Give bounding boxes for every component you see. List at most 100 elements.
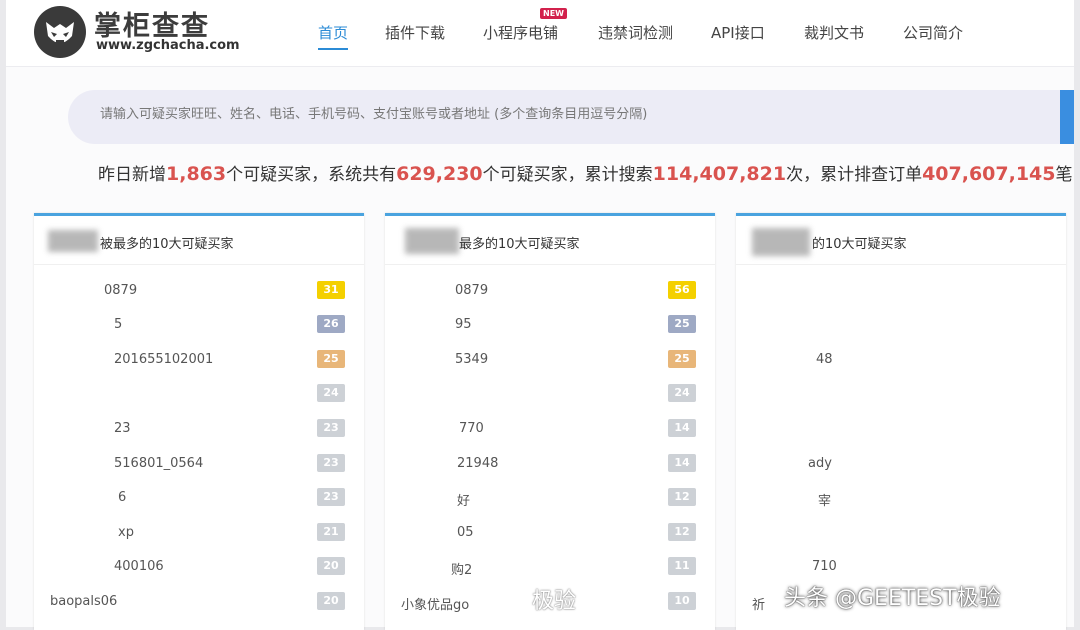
toutiao-watermark: 头条 @GEETEST极验 xyxy=(784,586,1001,611)
search-button[interactable] xyxy=(1060,90,1074,144)
redaction-mask xyxy=(48,230,98,252)
nav-item-mini-program-shop[interactable]: 小程序电铺 NEW xyxy=(483,8,567,43)
table-row[interactable]: 770 14 xyxy=(385,412,715,446)
brand-url[interactable]: www.zgchacha.com xyxy=(96,38,240,53)
nav-item-home[interactable]: 首页 xyxy=(318,22,349,50)
count-badge: 56 xyxy=(668,281,696,299)
buyer-name: 5 xyxy=(114,317,123,332)
table-row[interactable]: baopals06 20 xyxy=(34,585,364,619)
table-row[interactable] xyxy=(736,412,1066,446)
table-row[interactable]: 6 23 xyxy=(34,481,364,515)
table-row[interactable]: 0879 56 xyxy=(385,274,715,308)
site-header: 掌柜查查 www.zgchacha.com 首页 插件下载 小程序电铺 NEW … xyxy=(6,0,1074,67)
buyer-name: 05 xyxy=(457,525,474,540)
table-row[interactable]: 购2 11 xyxy=(385,550,715,584)
count-badge: 25 xyxy=(317,350,345,368)
ranking-panel-3: 的10大可疑买家 48 ady 宰 710 祈 xyxy=(736,213,1066,630)
nav-item-about[interactable]: 公司简介 xyxy=(903,22,963,43)
count-badge: 25 xyxy=(668,315,696,333)
panel-header: 的10大可疑买家 xyxy=(736,216,1066,265)
nav-item-label: 首页 xyxy=(318,24,349,42)
table-row[interactable]: 24 xyxy=(34,377,364,411)
table-row[interactable]: 宰 xyxy=(736,481,1066,515)
table-row[interactable]: 48 xyxy=(736,343,1066,377)
ranking-panel-2: 最多的10大可疑买家 0879 56 95 25 5349 25 24 770 … xyxy=(385,213,715,630)
new-badge: NEW xyxy=(540,8,567,19)
stats-text: 笔 xyxy=(1055,165,1073,185)
buyer-name: 400106 xyxy=(114,559,164,574)
count-badge: 24 xyxy=(317,384,345,402)
buyer-name: 祈 xyxy=(752,598,766,613)
buyer-name: 0879 xyxy=(455,283,489,298)
buyer-name: baopals06 xyxy=(50,594,118,609)
count-badge: 24 xyxy=(668,384,696,402)
buyer-name: 5349 xyxy=(455,352,489,367)
nav-item-label: API接口 xyxy=(711,24,765,42)
table-row[interactable]: ady xyxy=(736,447,1066,481)
count-badge: 14 xyxy=(668,419,696,437)
buyer-name: 48 xyxy=(816,352,833,367)
count-badge: 21 xyxy=(317,523,345,541)
table-row[interactable] xyxy=(736,274,1066,308)
panel-title: 被最多的10大可疑买家 xyxy=(100,237,234,252)
buyer-name: 710 xyxy=(812,559,837,574)
nav-item-label: 小程序电铺 xyxy=(483,24,559,42)
table-row[interactable]: 5 26 xyxy=(34,308,364,342)
nav-item-plugin-download[interactable]: 插件下载 xyxy=(385,22,445,43)
search-input[interactable] xyxy=(98,106,1042,123)
redaction-mask xyxy=(752,228,810,256)
table-row[interactable]: xp 21 xyxy=(34,516,364,550)
buyer-name: 770 xyxy=(459,421,484,436)
count-badge: 26 xyxy=(317,315,345,333)
table-row[interactable]: 0879 31 xyxy=(34,274,364,308)
panel-title: 的10大可疑买家 xyxy=(812,237,907,252)
table-row[interactable] xyxy=(736,516,1066,550)
buyer-name: xp xyxy=(118,525,134,540)
buyer-name: 201655102001 xyxy=(114,352,214,367)
panel-header: 最多的10大可疑买家 xyxy=(385,216,715,265)
table-row[interactable]: 5349 25 xyxy=(385,343,715,377)
stats-total-orders: 407,607,145 xyxy=(922,163,1056,185)
active-nav-indicator xyxy=(318,48,349,50)
table-row[interactable]: 24 xyxy=(385,377,715,411)
table-row[interactable]: 201655102001 25 xyxy=(34,343,364,377)
panel-title: 最多的10大可疑买家 xyxy=(459,237,580,252)
nav-item-api[interactable]: API接口 xyxy=(711,22,765,43)
table-row[interactable]: 21948 14 xyxy=(385,447,715,481)
brand-logo-icon[interactable] xyxy=(34,6,86,58)
count-badge: 20 xyxy=(317,592,345,610)
nav-item-label: 裁判文书 xyxy=(804,24,865,42)
buyer-name: 516801_0564 xyxy=(114,456,204,471)
buyer-name: 0879 xyxy=(104,283,138,298)
nav-item-label: 违禁词检测 xyxy=(598,24,674,42)
stats-text: 个可疑买家，累计搜索 xyxy=(482,165,653,185)
table-row[interactable] xyxy=(736,377,1066,411)
nav-item-label: 插件下载 xyxy=(385,24,446,42)
count-badge: 10 xyxy=(668,592,696,610)
stats-text: 次，累计排查订单 xyxy=(786,165,923,185)
buyer-name: 6 xyxy=(118,490,127,505)
table-row[interactable]: 23 23 xyxy=(34,412,364,446)
table-row[interactable] xyxy=(736,308,1066,342)
table-row[interactable]: 好 12 xyxy=(385,481,715,515)
table-row[interactable]: 95 25 xyxy=(385,308,715,342)
count-badge: 23 xyxy=(317,454,345,472)
count-badge: 14 xyxy=(668,454,696,472)
table-row[interactable]: 05 12 xyxy=(385,516,715,550)
search-bar xyxy=(68,90,1068,144)
table-row[interactable]: 516801_0564 23 xyxy=(34,447,364,481)
buyer-name: 小象优品go xyxy=(401,598,470,613)
nav-item-banned-word-check[interactable]: 违禁词检测 xyxy=(598,22,673,43)
weibo-watermark-text: 极验 xyxy=(532,589,577,614)
stats-new-yesterday: 1,863 xyxy=(166,163,227,185)
panel-header: 被最多的10大可疑买家 xyxy=(34,216,364,265)
stats-text: 昨日新增 xyxy=(98,165,166,185)
table-row[interactable]: 400106 20 xyxy=(34,550,364,584)
nav-item-judgments[interactable]: 裁判文书 xyxy=(804,22,864,43)
stats-text: 个可疑买家，系统共有 xyxy=(226,165,397,185)
buyer-name: 购2 xyxy=(451,563,473,578)
count-badge: 20 xyxy=(317,557,345,575)
table-row[interactable]: 710 xyxy=(736,550,1066,584)
count-badge: 31 xyxy=(317,281,345,299)
count-badge: 23 xyxy=(317,419,345,437)
